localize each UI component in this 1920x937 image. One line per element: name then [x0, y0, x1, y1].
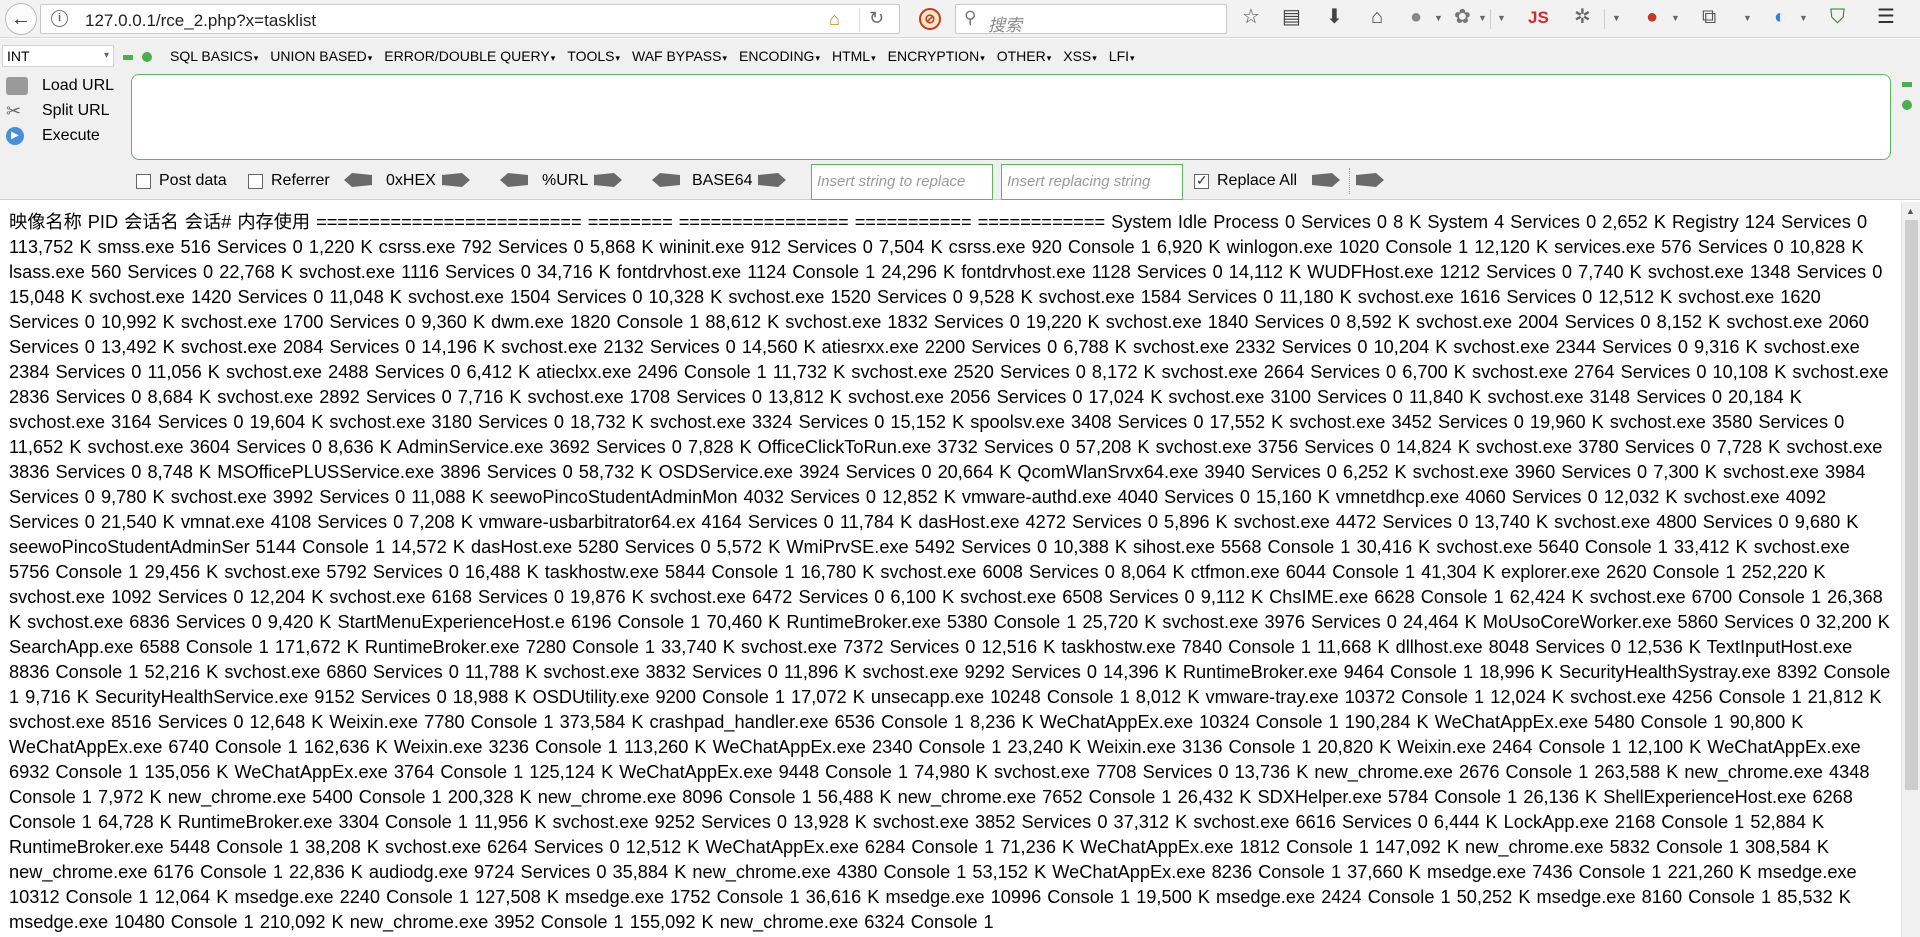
url-separator — [859, 9, 860, 31]
search-bar[interactable]: ⚲ 搜索 — [955, 4, 1227, 36]
bug-icon[interactable]: ✲ — [1574, 7, 1591, 27]
screenshot-icon[interactable]: ⧉ — [1702, 7, 1716, 27]
type-select[interactable]: INT ▾ — [2, 45, 114, 67]
toolbar-separator — [1604, 9, 1605, 29]
post-data-option[interactable]: Post data — [136, 172, 227, 190]
hackbar-panel: Load URL ✂ Split URL ▶ Execute Post data… — [0, 70, 1920, 200]
split-url-button[interactable]: ✂ Split URL — [6, 99, 110, 123]
block-extension-icon[interactable]: ⊘ — [919, 8, 941, 30]
translate-dropdown-icon[interactable]: ▼ — [1799, 13, 1808, 23]
site-info-icon[interactable]: i — [51, 10, 68, 27]
replace-arrow-icon[interactable] — [1312, 173, 1340, 187]
replace-all-label: Replace All — [1217, 172, 1298, 189]
url-encode-arrow-icon[interactable] — [594, 173, 622, 187]
base64-decode-arrow-icon[interactable] — [652, 173, 680, 187]
page-content: 映像名称 PID 会话名 会话# 内存使用 ==================… — [0, 202, 1901, 937]
menu-encryption[interactable]: ENCRYPTION — [888, 48, 985, 64]
hex-label: 0xHEX — [386, 172, 436, 189]
url-bar[interactable]: i 127.0.0.1/rce_2.php?x=tasklist ⌂ ↻ — [40, 4, 900, 34]
back-button[interactable]: ← — [5, 3, 37, 35]
menu-sql-basics[interactable]: SQL BASICS — [170, 48, 258, 64]
base64-label: BASE64 — [692, 172, 753, 189]
grow-textarea-icon[interactable] — [1902, 100, 1912, 110]
menu-waf-bypass[interactable]: WAF BYPASS — [632, 48, 727, 64]
hackbar-menus: SQL BASICS UNION BASED ERROR/DOUBLE QUERY T… — [170, 48, 1147, 64]
menu-xss[interactable]: XSS — [1063, 48, 1097, 64]
bug-dropdown-icon[interactable]: ▼ — [1612, 13, 1621, 23]
js-extension-icon[interactable]: JS — [1528, 9, 1549, 26]
screenshot-dropdown-icon[interactable]: ▼ — [1743, 13, 1752, 23]
insert-replacing-input[interactable]: Insert replacing string — [1001, 164, 1183, 200]
type-select-value: INT — [7, 48, 30, 64]
expand-icon[interactable] — [142, 52, 152, 62]
scroll-up-icon[interactable]: ▲ — [1906, 206, 1915, 216]
shrink-textarea-icon[interactable] — [1902, 82, 1912, 87]
globe-icon[interactable]: ● — [1410, 7, 1422, 27]
hex-encode-arrow-icon[interactable] — [442, 173, 470, 187]
collapse-icon[interactable] — [123, 55, 133, 60]
post-data-checkbox[interactable] — [136, 173, 151, 189]
chevron-down-icon: ▾ — [103, 50, 109, 61]
referrer-option[interactable]: Referrer — [248, 172, 330, 190]
post-data-label: Post data — [159, 172, 227, 189]
play-icon: ▶ — [6, 127, 24, 145]
shield-icon[interactable]: ⛉ — [1830, 7, 1845, 27]
overflow-dropdown-icon[interactable]: ▼ — [1497, 13, 1506, 23]
menu-error-double-query[interactable]: ERROR/DOUBLE QUERY — [384, 48, 555, 64]
reload-icon[interactable]: ↻ — [869, 9, 884, 27]
scissors-icon: ✂ — [6, 101, 22, 121]
referrer-label: Referrer — [271, 172, 330, 189]
hat-dropdown-icon[interactable]: ▼ — [1671, 13, 1680, 23]
referrer-checkbox[interactable] — [248, 173, 263, 189]
scrollbar-thumb[interactable] — [1905, 220, 1918, 790]
insert-string-input[interactable]: Insert string to replace — [811, 164, 993, 200]
translate-icon[interactable]: ◐ — [1774, 7, 1786, 27]
menu-union-based[interactable]: UNION BASED — [270, 48, 372, 64]
palette-dropdown-icon[interactable]: ▼ — [1478, 13, 1487, 23]
back-arrow-icon: ← — [11, 8, 31, 30]
menu-other[interactable]: OTHER — [997, 48, 1052, 64]
download-icon[interactable]: ⬇ — [1326, 7, 1343, 27]
home-bookmark-icon[interactable]: ⌂ — [829, 10, 840, 28]
menu-icon[interactable]: ☰ — [1877, 7, 1895, 27]
split-url-label: Split URL — [42, 102, 110, 119]
search-icon: ⚲ — [964, 8, 977, 27]
execute-button[interactable]: ▶ Execute — [6, 124, 100, 148]
replace-run-arrow-icon[interactable] — [1356, 173, 1384, 187]
menu-tools[interactable]: TOOLS — [567, 48, 620, 64]
load-url-icon — [6, 77, 28, 95]
hat-extension-icon[interactable]: ● — [1646, 7, 1658, 27]
url-decode-arrow-icon[interactable] — [500, 173, 528, 187]
hex-decode-arrow-icon[interactable] — [344, 173, 372, 187]
toolbar-separator — [1490, 9, 1491, 29]
browser-toolbar: ← i 127.0.0.1/rce_2.php?x=tasklist ⌂ ↻ ⊘… — [0, 0, 1920, 38]
home-icon[interactable]: ⌂ — [1371, 7, 1383, 27]
menu-html[interactable]: HTML — [832, 48, 876, 64]
load-url-button[interactable]: Load URL — [6, 74, 114, 98]
options-divider — [1349, 168, 1350, 194]
search-placeholder[interactable]: 搜索 — [988, 11, 1022, 36]
execute-label: Execute — [42, 127, 100, 144]
base64-encode-arrow-icon[interactable] — [758, 173, 786, 187]
star-icon[interactable]: ☆ — [1242, 7, 1260, 27]
tasklist-output: 映像名称 PID 会话名 会话# 内存使用 ==================… — [9, 212, 1891, 932]
load-url-label: Load URL — [42, 77, 115, 94]
url-text[interactable]: 127.0.0.1/rce_2.php?x=tasklist — [85, 11, 316, 31]
menu-lfi[interactable]: LFI — [1109, 48, 1135, 64]
reading-list-icon[interactable]: ▤ — [1282, 7, 1301, 27]
replace-all-checkbox[interactable] — [1194, 172, 1209, 189]
menu-encoding[interactable]: ENCODING — [739, 48, 820, 64]
url-encoding-label: %URL — [542, 172, 589, 189]
replace-all-option[interactable]: Replace All — [1194, 172, 1297, 190]
palette-icon[interactable]: ✿ — [1454, 7, 1471, 27]
url-textarea[interactable] — [131, 74, 1891, 160]
vertical-scrollbar[interactable]: ▲ — [1901, 202, 1920, 937]
globe-dropdown-icon[interactable]: ▼ — [1434, 13, 1443, 23]
